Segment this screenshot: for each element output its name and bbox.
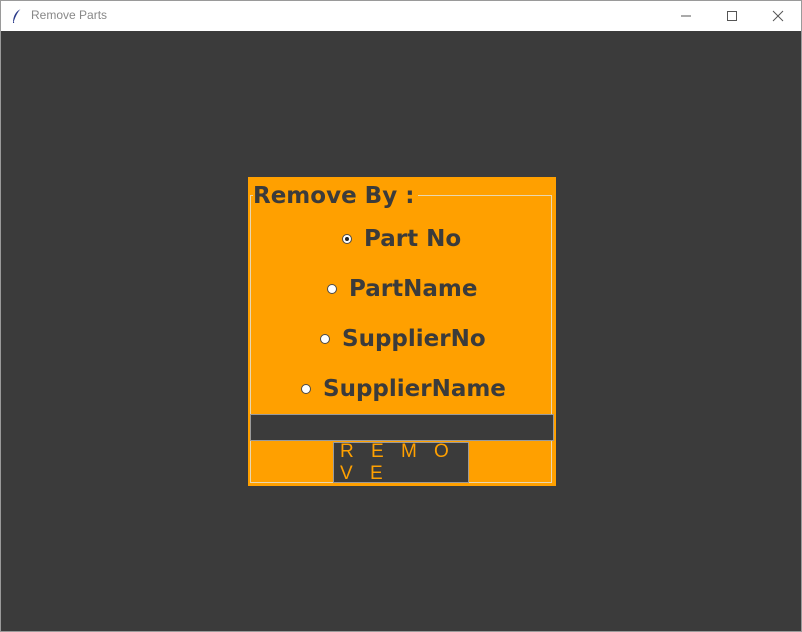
radio-label: Part No	[364, 226, 462, 252]
radio-indicator[interactable]	[342, 234, 352, 244]
feather-icon	[10, 8, 24, 24]
remove-button[interactable]: R E M O V E	[333, 441, 469, 484]
maximize-button[interactable]	[709, 1, 755, 31]
close-button[interactable]	[755, 1, 801, 31]
minimize-icon	[681, 15, 691, 17]
window-title: Remove Parts	[31, 8, 108, 22]
radio-label: SupplierName	[323, 376, 506, 402]
maximize-icon	[727, 11, 737, 21]
radio-part-name[interactable]: PartName	[327, 274, 477, 304]
radio-indicator[interactable]	[327, 284, 337, 294]
remove-by-legend: Remove By :	[253, 181, 419, 211]
close-icon	[772, 10, 784, 22]
radio-label: SupplierNo	[342, 326, 486, 352]
search-value-input[interactable]	[250, 414, 554, 441]
radio-label: PartName	[349, 276, 478, 302]
radio-part-no[interactable]: Part No	[342, 224, 461, 254]
minimize-button[interactable]	[663, 1, 709, 31]
radio-indicator[interactable]	[320, 334, 330, 344]
radio-supplier-name[interactable]: SupplierName	[301, 374, 506, 404]
app-window: Remove Parts Remove By : Part No PartNam…	[0, 0, 802, 632]
remove-panel: Remove By : Part No PartName SupplierNo …	[248, 177, 556, 486]
title-bar[interactable]: Remove Parts	[1, 1, 801, 31]
radio-supplier-no[interactable]: SupplierNo	[320, 324, 486, 354]
radio-indicator[interactable]	[301, 384, 311, 394]
